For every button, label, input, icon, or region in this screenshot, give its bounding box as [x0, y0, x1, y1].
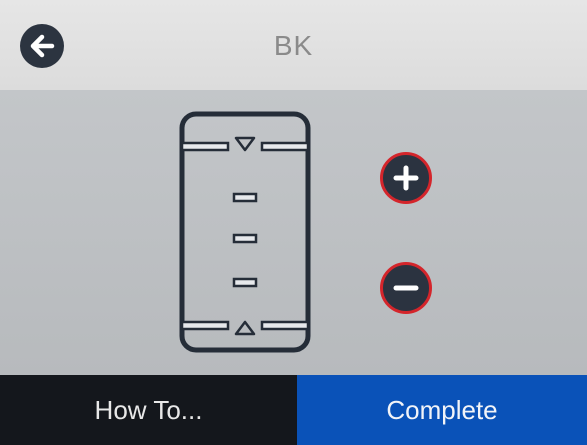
minus-icon — [393, 285, 419, 291]
ink-level-diagram — [179, 111, 311, 353]
triangle-down-icon — [234, 136, 256, 152]
lower-limit-line-left — [180, 320, 230, 331]
level-mark — [232, 277, 258, 288]
plus-icon — [393, 165, 419, 191]
level-mark — [232, 233, 258, 244]
page-title: BK — [273, 30, 314, 61]
ink-adjust-screen: BK How To... Complete — [0, 0, 587, 445]
increase-button[interactable] — [380, 152, 432, 204]
upper-limit-line-left — [180, 141, 230, 152]
how-to-button[interactable]: How To... — [0, 375, 297, 445]
main-panel — [0, 90, 587, 375]
complete-button[interactable]: Complete — [297, 375, 587, 445]
triangle-up-icon — [234, 320, 256, 336]
upper-limit-line-right — [260, 141, 310, 152]
lower-limit-line-right — [260, 320, 310, 331]
footer-bar: How To... Complete — [0, 375, 587, 445]
decrease-button[interactable] — [380, 262, 432, 314]
level-mark — [232, 192, 258, 203]
header-bar: BK — [0, 0, 587, 90]
